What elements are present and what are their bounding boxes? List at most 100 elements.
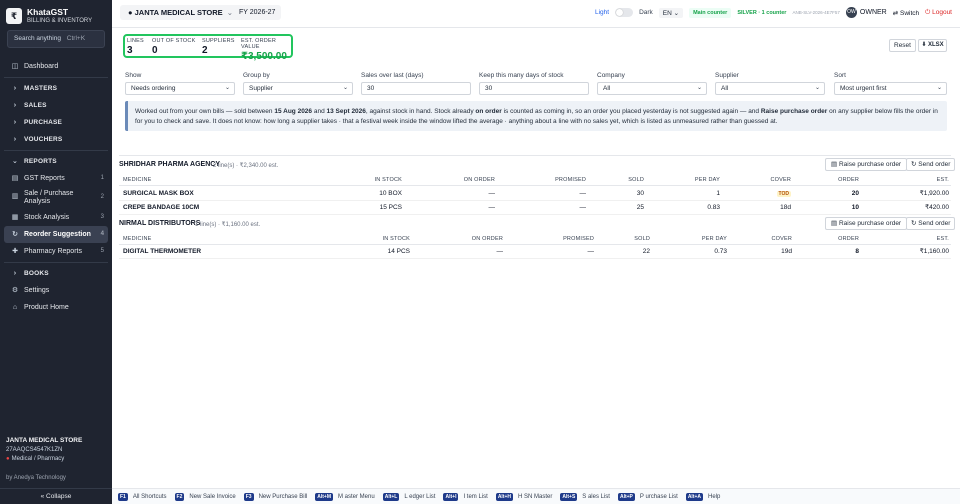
raise-purchase-order-button[interactable]: ▤ Raise purchase order	[825, 217, 908, 230]
sidebar-group-reports[interactable]: ⌄ REPORTS	[4, 153, 108, 170]
report-icon: ▤	[11, 175, 19, 182]
switch-button[interactable]: ⇄ Switch	[893, 9, 919, 17]
col-per-day: PER DAY	[701, 236, 727, 242]
table-row[interactable]: SURGICAL MASK BOX 10 BOX — — 30 1 TOD 20…	[119, 187, 951, 201]
user-menu[interactable]: OW OWNER	[845, 7, 887, 18]
sales-days-input[interactable]: 30	[361, 82, 471, 95]
sidebar-group-purchase[interactable]: › PURCHASE	[4, 114, 108, 131]
col-in-stock: IN STOCK	[382, 236, 410, 242]
sidebar-item-settings[interactable]: ⚙ Settings	[4, 282, 108, 299]
table-row[interactable]: CREPE BANDAGE 10CM 15 PCS — — 25 0.83 18…	[119, 201, 951, 215]
cell-per-day: 0.83	[707, 204, 720, 211]
logout-button[interactable]: ⏻ Logout	[925, 9, 952, 17]
search-shortcut-hint: Ctrl+K	[66, 35, 86, 42]
stat-label: OUT OF STOCK	[152, 38, 196, 44]
store-selector[interactable]: ● JANTA MEDICAL STORE ⌄	[120, 5, 241, 20]
sidebar-item-pharmacy-reports[interactable]: ✚ Pharmacy Reports 5	[4, 243, 108, 260]
col-on-order: ON ORDER	[463, 177, 495, 183]
shortcut-label: New Sale Invoice	[189, 493, 236, 500]
col-order: ORDER	[838, 177, 859, 183]
cell-cover: TOD	[776, 187, 791, 201]
table-row[interactable]: DIGITAL THERMOMETER 14 PCS — — 22 0.73 1…	[119, 245, 951, 259]
shortcut-key[interactable]: F1	[118, 492, 128, 501]
raise-purchase-order-button[interactable]: ▤ Raise purchase order	[825, 158, 908, 171]
sidebar-group-sales[interactable]: › SALES	[4, 97, 108, 114]
chevron-down-icon: ⌄	[814, 85, 820, 91]
col-cover: COVER	[770, 177, 791, 183]
avatar: OW	[845, 7, 857, 18]
store-type-label: Medical / Pharmacy	[11, 456, 65, 462]
sidebar-item-label: VOUCHERS	[24, 136, 63, 143]
sidebar-item-stock-analysis[interactable]: ▦ Stock Analysis 3	[4, 209, 108, 226]
shortcut-key[interactable]: Alt+S	[560, 492, 578, 501]
shortcut-key[interactable]: Alt+P	[617, 492, 635, 501]
show-select[interactable]: Needs ordering ⌄	[125, 82, 235, 95]
chevron-down-icon: ⌄	[224, 85, 230, 91]
sidebar-item-label: Pharmacy Reports	[24, 248, 82, 255]
supplier-name: SHRIDHAR PHARMA AGENCY	[119, 161, 220, 168]
sidebar-group-masters[interactable]: › MASTERS	[4, 80, 108, 97]
sidebar-item-product-home[interactable]: ⌂ Product Home	[4, 299, 108, 316]
store-name: JANTA MEDICAL STORE	[6, 437, 83, 444]
sidebar-item-label: GST Reports	[24, 175, 65, 182]
sidebar-item-sale-purchase-analysis[interactable]: ▥ Sale / Purchase Analysis 2	[4, 187, 108, 209]
language-selector[interactable]: EN ⌄	[658, 7, 684, 18]
col-promised: PROMISED	[563, 236, 594, 242]
sidebar-item-dashboard[interactable]: ◫ Dashboard	[4, 58, 108, 75]
sidebar-item-label: REPORTS	[24, 158, 57, 165]
sidebar-item-gst-reports[interactable]: ▤ GST Reports 1	[4, 170, 108, 187]
table-header: MEDICINE IN STOCK ON ORDER PROMISED SOLD…	[119, 234, 951, 245]
shortcut-label: L edger List	[404, 493, 436, 500]
store-info: JANTA MEDICAL STORE 27AAQCS4547K1ZN ● Med…	[6, 437, 106, 462]
cell-order: 8	[855, 248, 859, 255]
group-by-select[interactable]: Supplier ⌄	[243, 82, 353, 95]
divider	[119, 155, 951, 156]
supplier-select[interactable]: All ⌄	[715, 82, 825, 95]
filter-group-by: Group by Supplier ⌄	[243, 72, 353, 95]
send-order-button[interactable]: ↻ Send order	[906, 158, 956, 171]
sidebar-group-books[interactable]: › BOOKS	[4, 265, 108, 282]
shortcut-key[interactable]: Alt+L	[382, 492, 400, 501]
col-on-order: ON ORDER	[471, 236, 503, 242]
brand[interactable]: ₹ KhataGST BILLING & INVENTORY	[6, 7, 106, 27]
send-order-button[interactable]: ↻ Send order	[906, 217, 956, 230]
stat-value: 2	[202, 45, 208, 56]
shortcut-key[interactable]: Alt+M	[315, 492, 334, 501]
sidebar-search-input[interactable]: Search anything Ctrl+K	[7, 30, 105, 48]
sidebar-item-label: Reorder Suggestion	[24, 231, 91, 238]
chevron-right-icon: ›	[13, 85, 17, 92]
shortcut-key[interactable]: F3	[243, 492, 254, 501]
reset-button[interactable]: Reset	[889, 39, 916, 52]
stat-suppliers: SUPPLIERS 2	[202, 38, 235, 56]
theme-dark-label: Dark	[639, 9, 653, 16]
cell-in-stock: 10 BOX	[379, 190, 402, 197]
export-xlsx-button[interactable]: ⬇ XLSX	[918, 39, 947, 52]
info-date-from: 15 Aug 2026	[274, 108, 313, 115]
sidebar-item-label: Settings	[24, 287, 50, 294]
keep-days-input[interactable]: 30	[479, 82, 589, 95]
filter-label: Sort	[834, 72, 846, 79]
shortcut-key[interactable]: Alt+A	[685, 492, 704, 501]
cell-est: ₹1,920.00	[919, 190, 949, 197]
company-select[interactable]: All ⌄	[597, 82, 707, 95]
filter-sales-days: Sales over last (days) 30	[361, 72, 471, 95]
collapse-sidebar-button[interactable]: « Collapse	[0, 488, 112, 504]
filter-supplier: Supplier All ⌄	[715, 72, 825, 95]
fy-selector[interactable]: FY 2026-27	[233, 5, 282, 20]
shortcut-key[interactable]: Alt+H	[495, 492, 514, 501]
sidebar-group-vouchers[interactable]: › VOUCHERS	[4, 131, 108, 148]
stat-lines: LINES 3	[127, 38, 144, 56]
stat-est-order-value: EST. ORDER VALUE ₹3,500.00	[241, 38, 291, 62]
sidebar-item-reorder-suggestion[interactable]: ↻ Reorder Suggestion 4	[4, 226, 108, 243]
info-raise-po: Raise purchase order	[760, 108, 828, 115]
theme-toggle[interactable]	[615, 8, 634, 17]
sort-select[interactable]: Most urgent first ⌄	[834, 82, 947, 95]
topbar-right: Light Dark EN ⌄ Main counter SILVER · 1 …	[595, 5, 952, 20]
info-on-order: on order	[475, 108, 502, 115]
sidebar-item-label: Stock Analysis	[24, 214, 70, 221]
sidebar: ₹ KhataGST BILLING & INVENTORY Search an…	[0, 0, 112, 504]
shortcut-label: I tem List	[463, 493, 488, 500]
shortcut-key[interactable]: Alt+I	[443, 492, 459, 501]
shortcut-key[interactable]: F2	[174, 492, 185, 501]
chevron-right-icon: ›	[13, 102, 17, 109]
